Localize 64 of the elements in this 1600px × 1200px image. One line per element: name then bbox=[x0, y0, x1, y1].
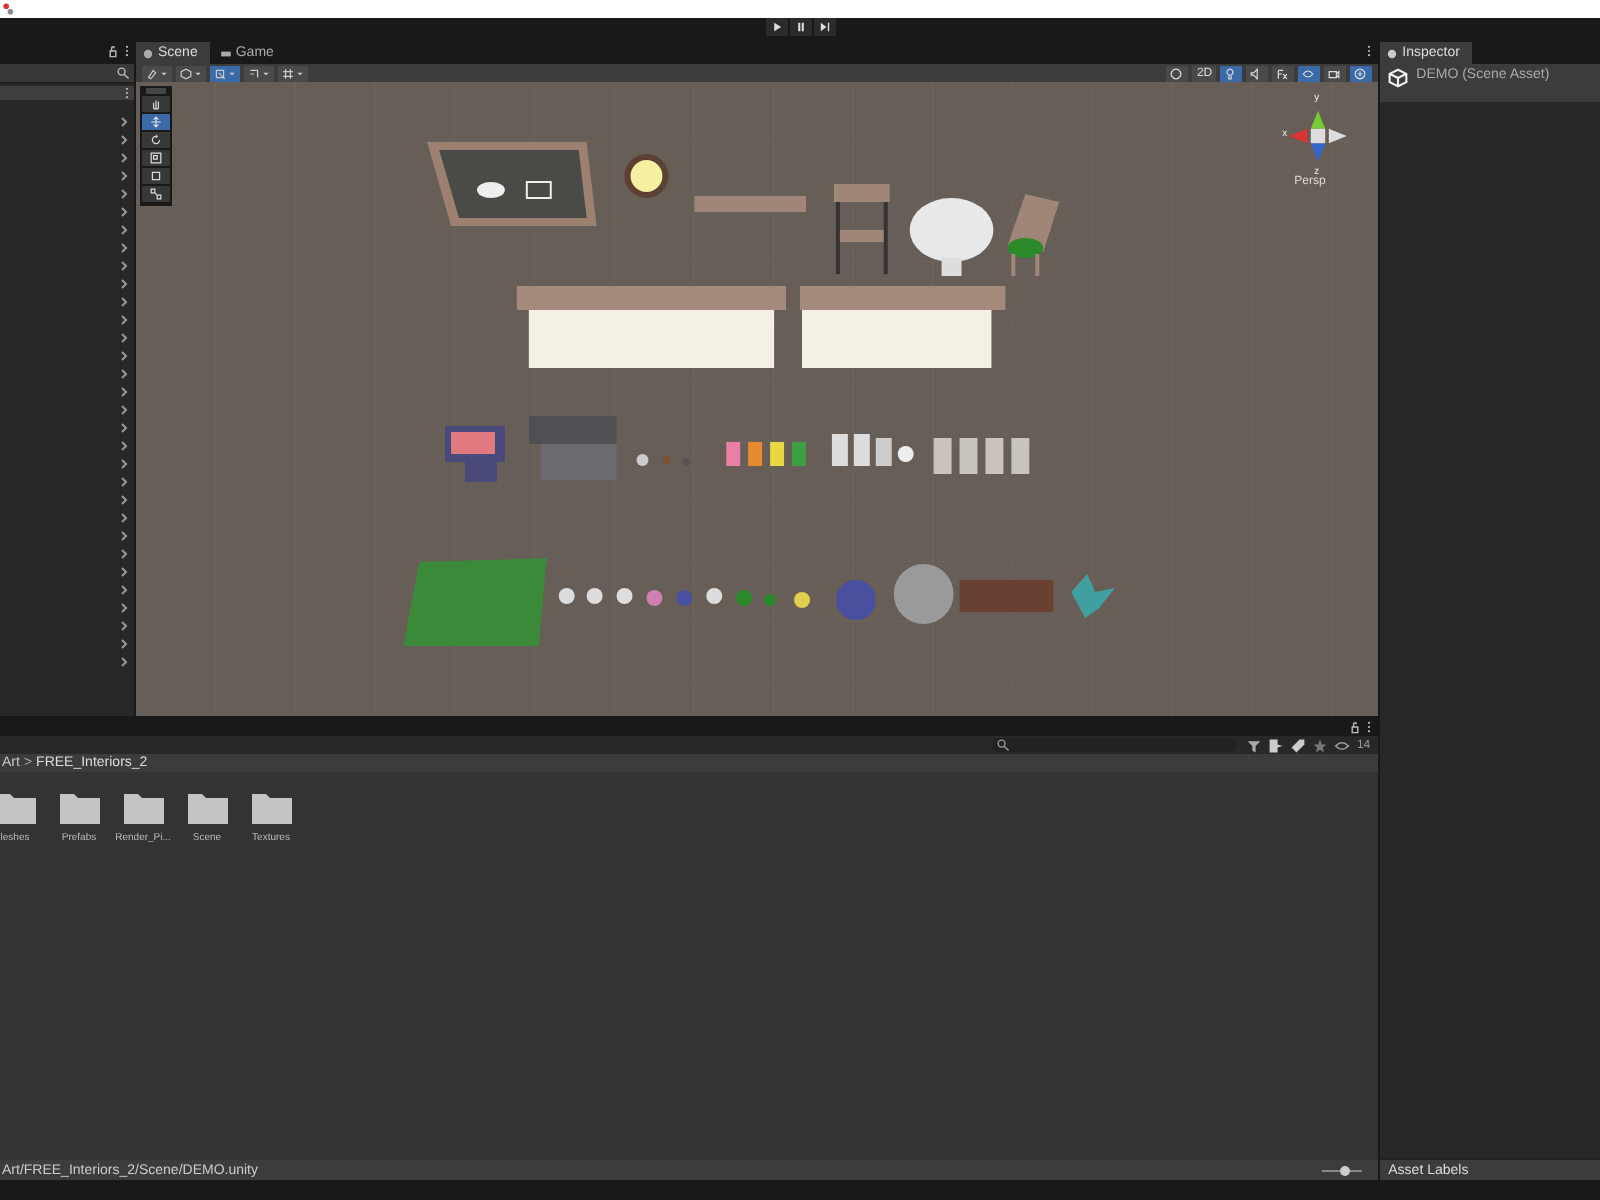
step-button[interactable] bbox=[813, 18, 835, 36]
caret-icon bbox=[160, 69, 168, 77]
search-field[interactable] bbox=[0, 64, 134, 84]
select-icon bbox=[214, 67, 226, 79]
shading-icon bbox=[1170, 67, 1183, 79]
search-icon bbox=[996, 738, 1011, 752]
menu-icon[interactable] bbox=[124, 44, 130, 58]
select-dropdown[interactable] bbox=[210, 65, 240, 81]
menu-icon[interactable] bbox=[1366, 44, 1373, 58]
app-logo-icon bbox=[2, 2, 16, 16]
gizmos-toggle[interactable] bbox=[1350, 65, 1373, 81]
caret-icon bbox=[262, 69, 270, 77]
rotate-icon bbox=[150, 134, 162, 146]
hand-tool-button[interactable] bbox=[142, 96, 170, 112]
snap-icon bbox=[248, 67, 260, 79]
gizmos-icon bbox=[1354, 67, 1367, 79]
search-icon bbox=[116, 66, 130, 80]
star-icon[interactable] bbox=[1312, 737, 1329, 753]
camera-toggle[interactable] bbox=[1324, 65, 1347, 81]
folder-icon[interactable] bbox=[59, 790, 99, 824]
menu-icon[interactable] bbox=[1366, 719, 1373, 733]
snap-dropdown[interactable] bbox=[244, 65, 274, 81]
lock-icon[interactable] bbox=[1348, 719, 1363, 733]
folder-icon[interactable] bbox=[187, 790, 227, 824]
search-field[interactable] bbox=[992, 738, 1237, 752]
scale-icon bbox=[150, 152, 162, 164]
light-toggle[interactable] bbox=[1220, 65, 1243, 81]
pause-button[interactable] bbox=[789, 18, 811, 36]
audio-icon bbox=[1250, 67, 1263, 79]
scale-tool-button[interactable] bbox=[142, 150, 170, 166]
rect-tool-button[interactable] bbox=[142, 168, 170, 184]
folder-icon[interactable] bbox=[251, 790, 291, 824]
play-button[interactable] bbox=[765, 18, 787, 36]
brush-dropdown[interactable] bbox=[142, 65, 172, 81]
caret-icon bbox=[228, 69, 236, 77]
rotate-tool-button[interactable] bbox=[142, 132, 170, 148]
audio-toggle[interactable] bbox=[1246, 65, 1269, 81]
brush-icon bbox=[146, 67, 158, 79]
cube-dropdown[interactable] bbox=[176, 65, 206, 81]
step-icon bbox=[817, 20, 831, 34]
camera-icon bbox=[1328, 67, 1341, 79]
caret-icon bbox=[296, 69, 304, 77]
fx-toggle[interactable] bbox=[1272, 65, 1295, 81]
eye-icon[interactable] bbox=[1334, 737, 1351, 753]
folder-icon[interactable] bbox=[123, 790, 163, 824]
type-filter-icon[interactable] bbox=[1268, 737, 1285, 753]
light-icon bbox=[1224, 67, 1237, 79]
shading-toggle[interactable] bbox=[1166, 65, 1189, 81]
visibility-icon bbox=[1302, 67, 1315, 79]
grid-dropdown[interactable] bbox=[278, 65, 308, 81]
transform-icon bbox=[150, 188, 162, 200]
palette-handle[interactable] bbox=[146, 88, 166, 94]
lock-icon[interactable] bbox=[106, 44, 120, 58]
transform-tool-button[interactable] bbox=[142, 186, 170, 202]
visibility-toggle[interactable] bbox=[1298, 65, 1321, 81]
rect-icon bbox=[150, 170, 162, 182]
folder-icon[interactable] bbox=[0, 790, 35, 824]
caret-icon bbox=[194, 69, 202, 77]
fx-icon bbox=[1276, 67, 1289, 79]
hand-icon bbox=[150, 98, 162, 110]
move-icon bbox=[150, 116, 162, 128]
move-tool-button[interactable] bbox=[142, 114, 170, 130]
pause-icon bbox=[793, 20, 807, 34]
cube-icon bbox=[180, 67, 192, 79]
